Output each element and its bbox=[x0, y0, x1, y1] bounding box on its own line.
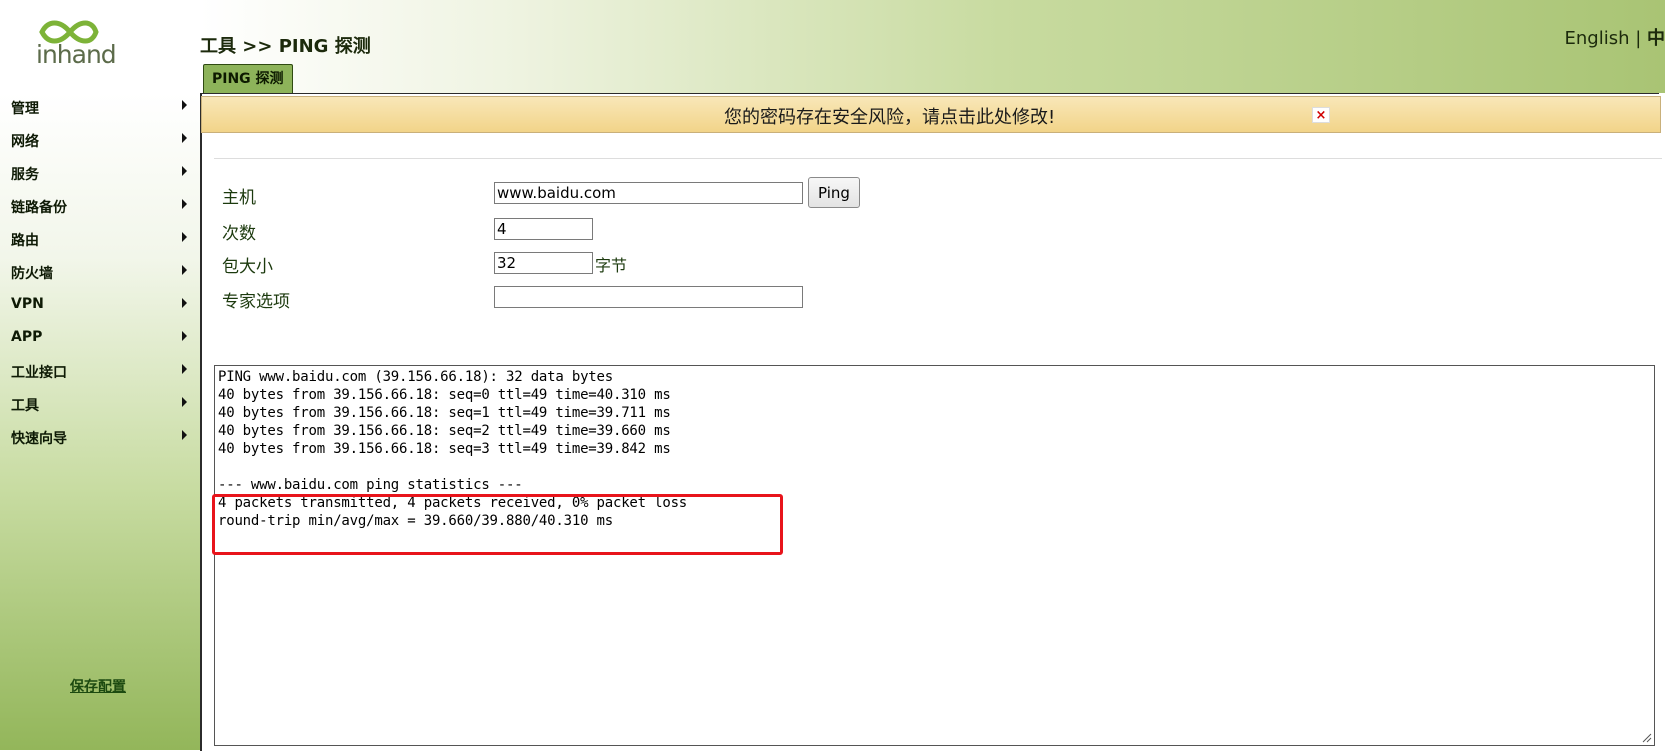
packet-size-unit: 字节 bbox=[595, 256, 628, 275]
sidebar-item-label: 防火墙 bbox=[11, 266, 53, 282]
sidebar-item-quick-wizard[interactable]: 快速向导 bbox=[0, 424, 200, 450]
caret-right-icon bbox=[182, 364, 187, 374]
caret-right-icon bbox=[182, 232, 187, 242]
sidebar-item-label: APP bbox=[11, 329, 43, 345]
caret-right-icon bbox=[182, 166, 187, 176]
caret-right-icon bbox=[182, 430, 187, 440]
password-warning-banner[interactable]: 您的密码存在安全风险，请点击此处修改! × bbox=[201, 96, 1661, 133]
sidebar-item-firewall[interactable]: 防火墙 bbox=[0, 259, 200, 285]
caret-right-icon bbox=[182, 100, 187, 110]
logo-text: inhand bbox=[36, 40, 117, 69]
count-input[interactable] bbox=[494, 218, 593, 240]
count-label: 次数 bbox=[222, 224, 256, 244]
sidebar-item-label: 快速向导 bbox=[11, 431, 67, 447]
sidebar-item-label: 网络 bbox=[11, 134, 39, 150]
output-line: 40 bytes from 39.156.66.18: seq=1 ttl=49… bbox=[218, 405, 671, 421]
sidebar-item-label: 工具 bbox=[11, 398, 39, 414]
sidebar-item-industrial-interface[interactable]: 工业接口 bbox=[0, 358, 200, 384]
sidebar-item-routing[interactable]: 路由 bbox=[0, 226, 200, 252]
caret-right-icon bbox=[182, 133, 187, 143]
output-line: PING www.baidu.com (39.156.66.18): 32 da… bbox=[218, 369, 613, 385]
sidebar-item-label: 路由 bbox=[11, 233, 39, 249]
output-line: 40 bytes from 39.156.66.18: seq=3 ttl=49… bbox=[218, 441, 671, 457]
sidebar-item-label: 服务 bbox=[11, 167, 39, 183]
sidebar-item-label: 工业接口 bbox=[11, 365, 67, 381]
packet-size-input[interactable] bbox=[494, 252, 593, 274]
sidebar: 管理 网络 服务 链路备份 路由 防火墙 VPN APP 工业接口 工具 快速向… bbox=[0, 93, 200, 750]
ping-button[interactable]: Ping bbox=[808, 177, 860, 208]
sidebar-item-network[interactable]: 网络 bbox=[0, 127, 200, 153]
output-line: --- www.baidu.com ping statistics --- bbox=[218, 477, 523, 493]
sidebar-item-app[interactable]: APP bbox=[0, 325, 200, 351]
output-line: 40 bytes from 39.156.66.18: seq=0 ttl=49… bbox=[218, 387, 671, 403]
expert-options-label: 专家选项 bbox=[222, 292, 290, 312]
sidebar-item-link-backup[interactable]: 链路备份 bbox=[0, 193, 200, 219]
sidebar-item-management[interactable]: 管理 bbox=[0, 94, 200, 120]
caret-right-icon bbox=[182, 298, 187, 308]
highlight-box bbox=[212, 494, 783, 555]
sidebar-item-label: 链路备份 bbox=[11, 200, 67, 216]
sidebar-item-label: 管理 bbox=[11, 101, 39, 117]
tab-ping[interactable]: PING 探测 bbox=[203, 64, 293, 93]
warning-text[interactable]: 您的密码存在安全风险，请点击此处修改! bbox=[724, 103, 1055, 129]
lang-separator: | bbox=[1629, 28, 1647, 49]
lang-english-link[interactable]: English bbox=[1564, 28, 1629, 49]
expert-options-input[interactable] bbox=[494, 286, 803, 308]
sidebar-item-services[interactable]: 服务 bbox=[0, 160, 200, 186]
save-config-link[interactable]: 保存配置 bbox=[70, 676, 126, 696]
resize-grip-icon[interactable] bbox=[1642, 733, 1652, 743]
host-input[interactable] bbox=[494, 182, 803, 204]
packet-size-label: 包大小 bbox=[222, 257, 273, 277]
lang-chinese-link[interactable]: 中 bbox=[1647, 28, 1665, 49]
ping-output-textarea[interactable]: PING www.baidu.com (39.156.66.18): 32 da… bbox=[214, 365, 1655, 746]
caret-right-icon bbox=[182, 397, 187, 407]
close-icon[interactable]: × bbox=[1312, 107, 1330, 123]
language-switcher: English | 中 bbox=[1564, 24, 1665, 50]
inhand-logo[interactable]: inhand bbox=[30, 18, 117, 78]
header-bar: inhand 工具 >> PING 探测 English | 中 PING 探测 bbox=[0, 0, 1665, 93]
divider bbox=[214, 158, 1662, 159]
sidebar-item-tools[interactable]: 工具 bbox=[0, 391, 200, 417]
breadcrumb: 工具 >> PING 探测 bbox=[200, 36, 371, 57]
caret-right-icon bbox=[182, 331, 187, 341]
sidebar-item-label: VPN bbox=[11, 296, 44, 312]
output-line: 40 bytes from 39.156.66.18: seq=2 ttl=49… bbox=[218, 423, 671, 439]
caret-right-icon bbox=[182, 199, 187, 209]
sidebar-item-vpn[interactable]: VPN bbox=[0, 292, 200, 318]
host-label: 主机 bbox=[222, 188, 256, 208]
caret-right-icon bbox=[182, 265, 187, 275]
